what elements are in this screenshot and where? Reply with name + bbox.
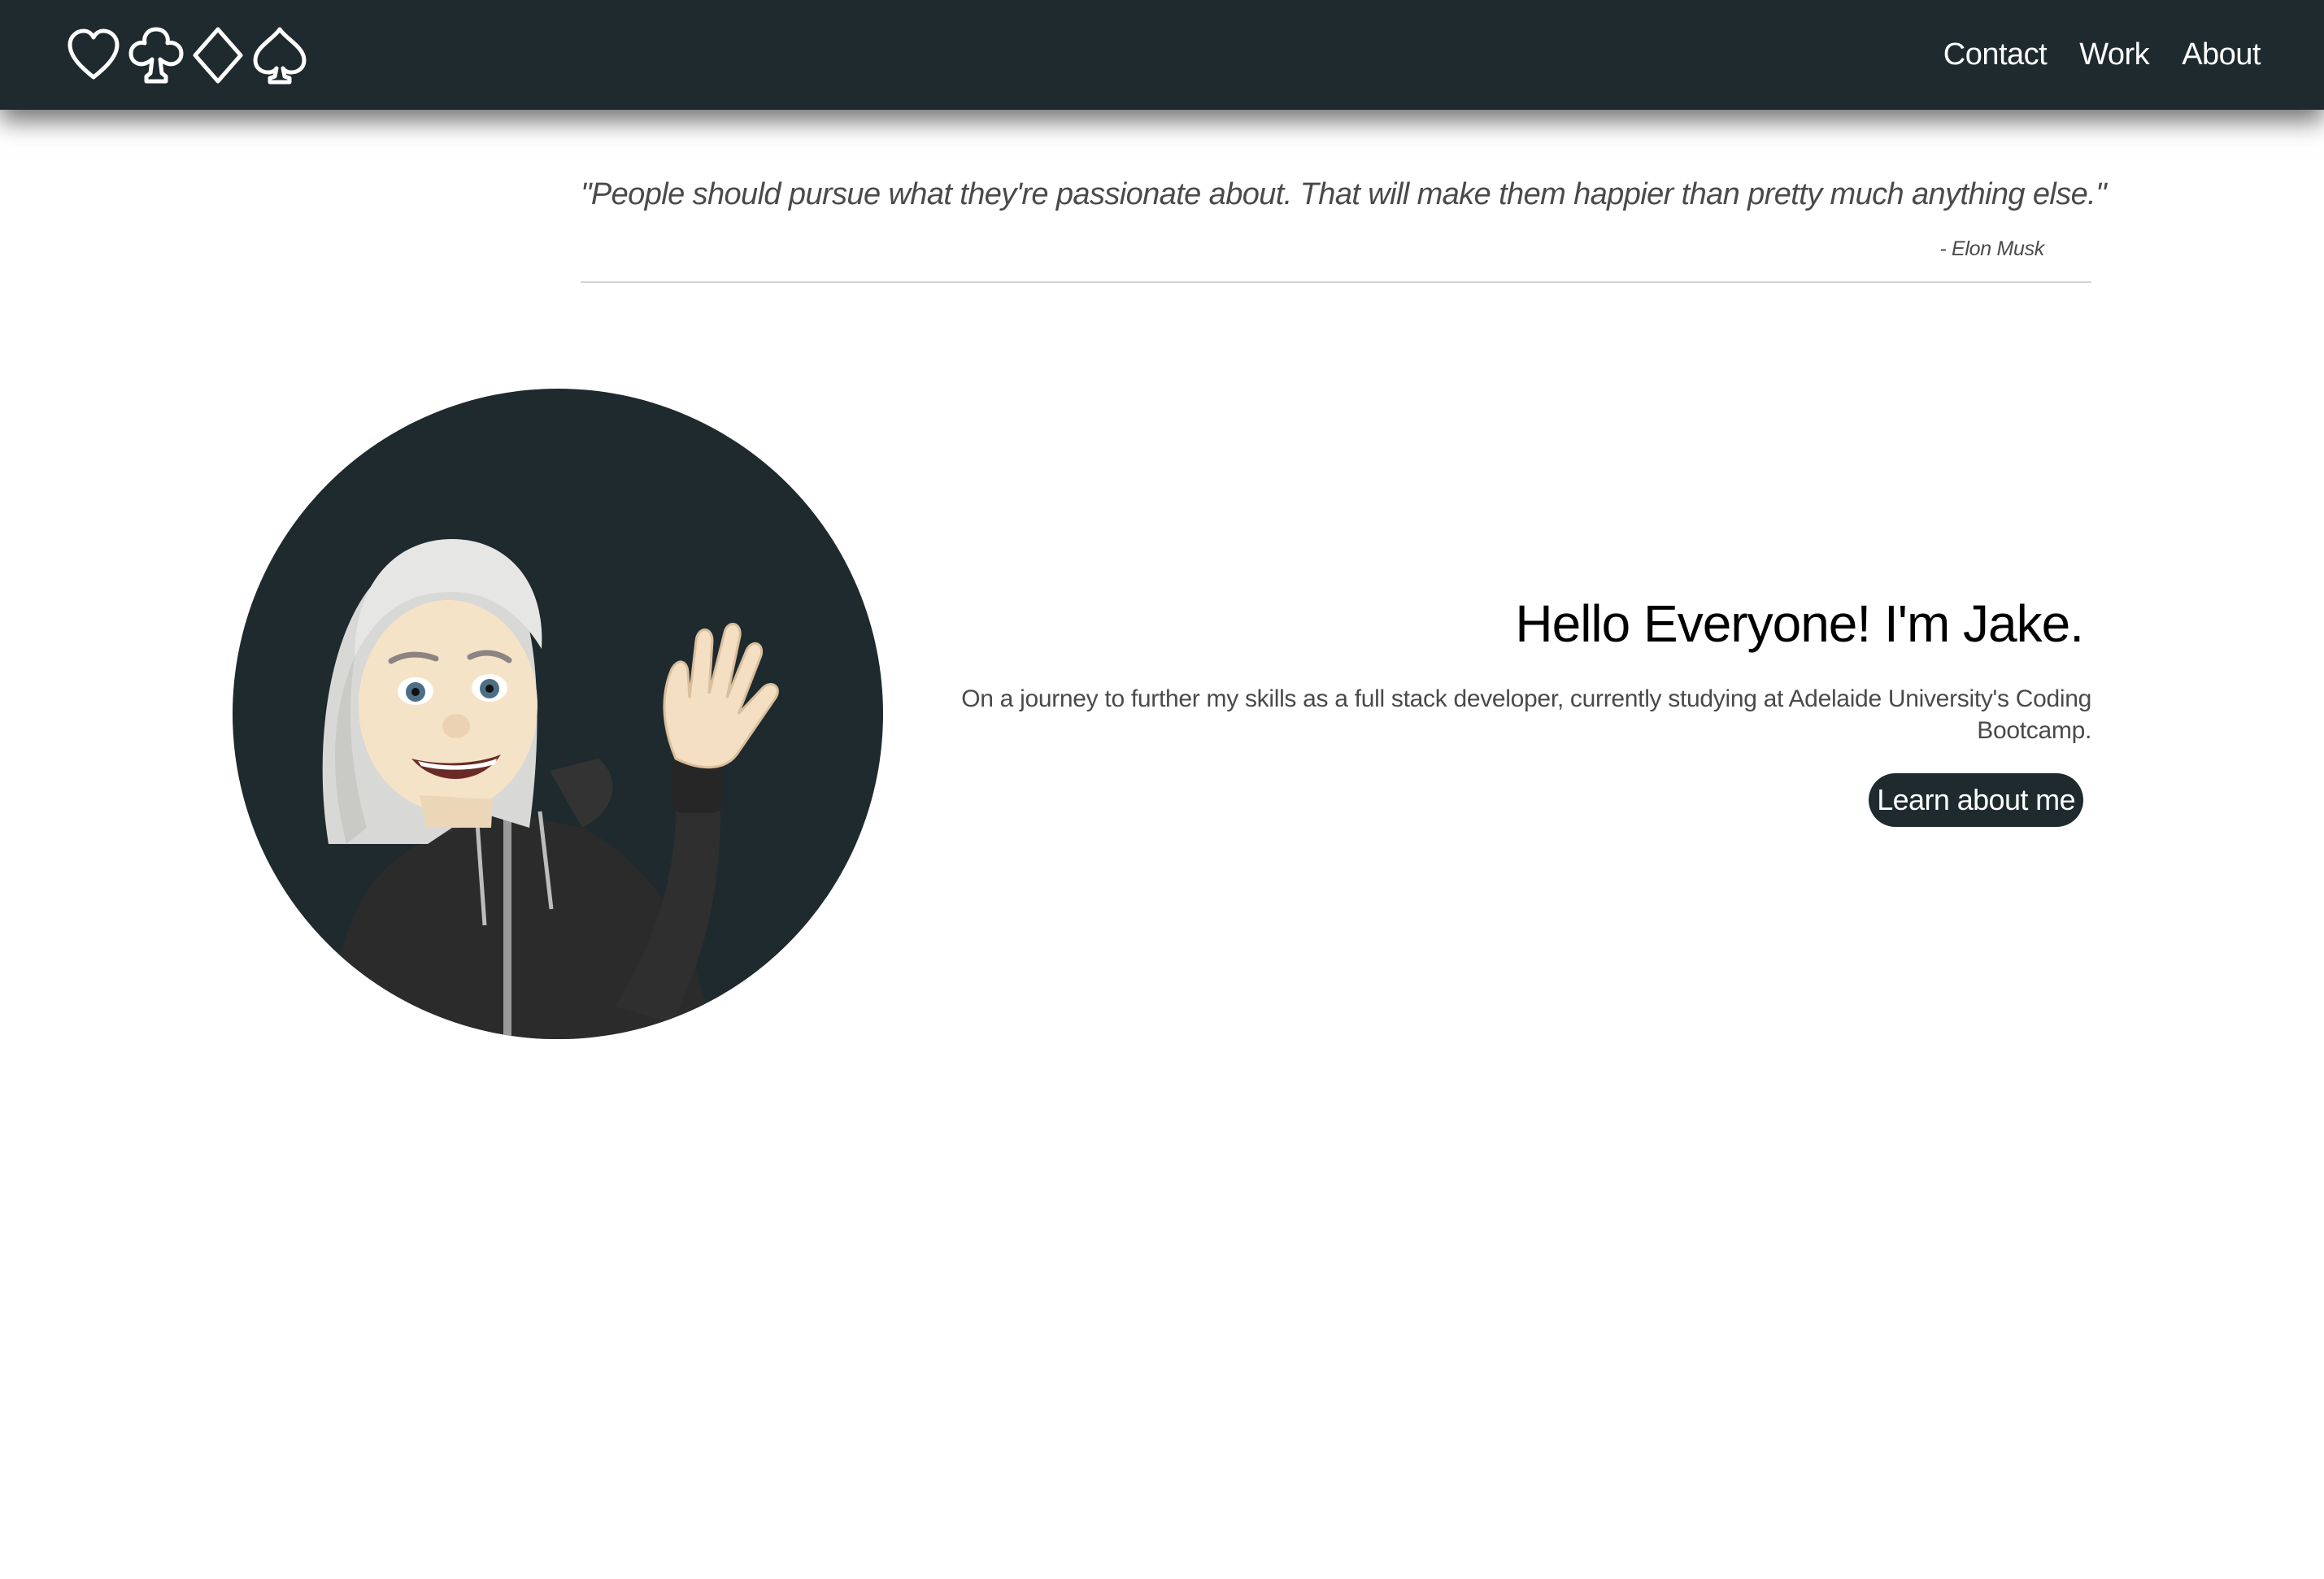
nav-link-contact[interactable]: Contact bbox=[1943, 37, 2048, 72]
spade-outline-icon bbox=[253, 27, 307, 85]
logo[interactable] bbox=[63, 23, 311, 88]
heart-outline-icon bbox=[67, 28, 120, 80]
quote-author: - Elon Musk bbox=[1939, 237, 2044, 260]
hero-description: On a journey to further my skills as a f… bbox=[961, 685, 2091, 744]
navbar: Contact Work About bbox=[0, 0, 2324, 110]
club-outline-icon bbox=[128, 27, 184, 84]
hero-title: Hello Everyone! I'm Jake. bbox=[1515, 594, 2084, 653]
memoji-waving-avatar bbox=[322, 539, 779, 1039]
quote-block: "People should pursue what they're passi… bbox=[581, 163, 2107, 283]
nav-link-about[interactable]: About bbox=[2182, 37, 2261, 72]
nav-links: Contact Work About bbox=[1943, 0, 2261, 110]
quote-text: "People should pursue what they're passi… bbox=[581, 177, 2107, 211]
diamond-outline-icon bbox=[193, 27, 243, 84]
avatar-image bbox=[233, 389, 883, 1039]
learn-about-me-button[interactable]: Learn about me bbox=[1869, 773, 2083, 827]
nav-link-work[interactable]: Work bbox=[2079, 37, 2149, 72]
